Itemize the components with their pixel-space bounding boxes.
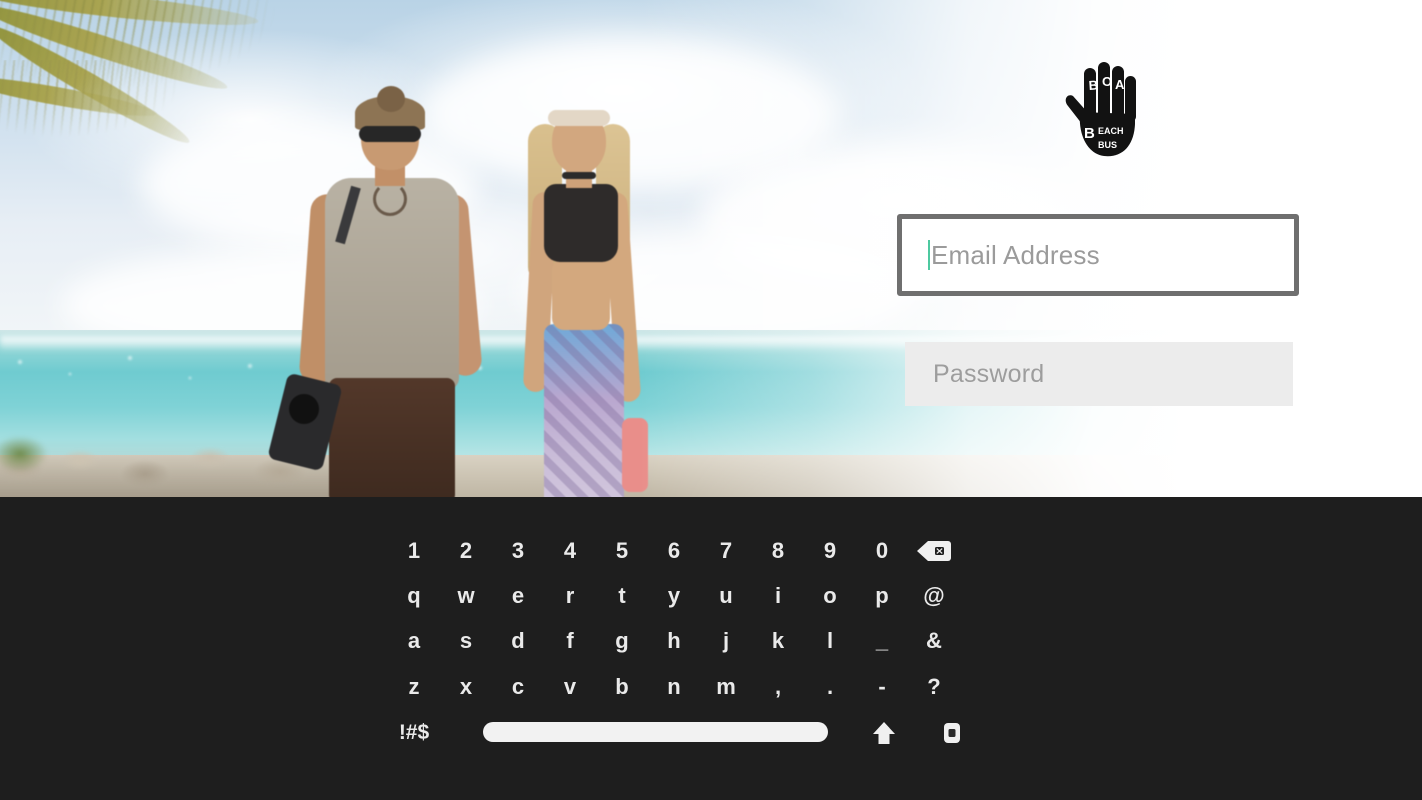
svg-text:B: B bbox=[1084, 125, 1095, 142]
shrub bbox=[0, 430, 60, 478]
key-9[interactable]: 9 bbox=[804, 528, 856, 574]
backspace-icon bbox=[917, 540, 951, 562]
hand-palm-logo: B O A B EACH BUS bbox=[1058, 62, 1146, 162]
key-c[interactable]: c bbox=[492, 664, 544, 710]
key-m[interactable]: m bbox=[700, 664, 752, 710]
key-underscore[interactable]: _ bbox=[856, 618, 908, 664]
key-t[interactable]: t bbox=[596, 573, 648, 619]
svg-text:BUS: BUS bbox=[1098, 140, 1117, 150]
key-x[interactable]: x bbox=[440, 664, 492, 710]
key-2[interactable]: 2 bbox=[440, 528, 492, 574]
key-v[interactable]: v bbox=[544, 664, 596, 710]
key-question[interactable]: ? bbox=[908, 664, 960, 710]
key-6[interactable]: 6 bbox=[648, 528, 700, 574]
key-y[interactable]: y bbox=[648, 573, 700, 619]
key-o[interactable]: o bbox=[804, 573, 856, 619]
email-placeholder: Email Address bbox=[931, 239, 1100, 270]
shift-key[interactable] bbox=[858, 710, 910, 756]
keyboard-row-numbers: 1 2 3 4 5 6 7 8 9 0 bbox=[0, 528, 1000, 574]
key-r[interactable]: r bbox=[544, 573, 596, 619]
key-g[interactable]: g bbox=[596, 618, 648, 664]
key-8[interactable]: 8 bbox=[752, 528, 804, 574]
key-7[interactable]: 7 bbox=[700, 528, 752, 574]
hide-keyboard-key[interactable] bbox=[926, 710, 978, 756]
key-q[interactable]: q bbox=[388, 573, 440, 619]
key-0[interactable]: 0 bbox=[856, 528, 908, 574]
key-period[interactable]: . bbox=[804, 664, 856, 710]
svg-text:EACH: EACH bbox=[1098, 126, 1124, 136]
space-key[interactable] bbox=[483, 722, 828, 742]
login-screen: B O A B EACH BUS Email Address Password … bbox=[0, 0, 1422, 800]
shift-arrow-icon bbox=[871, 720, 897, 746]
svg-text:A: A bbox=[1115, 77, 1125, 92]
keyboard-row-space: !#$ bbox=[0, 710, 1000, 756]
key-i[interactable]: i bbox=[752, 573, 804, 619]
backspace-key[interactable] bbox=[908, 528, 960, 574]
svg-text:B: B bbox=[1088, 77, 1098, 93]
key-hyphen[interactable]: - bbox=[856, 664, 908, 710]
on-screen-keyboard: 1 2 3 4 5 6 7 8 9 0 q w e r t y u i o p … bbox=[0, 497, 1422, 800]
key-5[interactable]: 5 bbox=[596, 528, 648, 574]
key-w[interactable]: w bbox=[440, 573, 492, 619]
symbols-key[interactable]: !#$ bbox=[388, 710, 440, 756]
key-n[interactable]: n bbox=[648, 664, 700, 710]
hide-keyboard-icon bbox=[943, 722, 961, 744]
password-field[interactable]: Password bbox=[905, 342, 1293, 406]
keyboard-row-home: a s d f g h j k l _ & bbox=[0, 618, 1000, 664]
key-ampersand[interactable]: & bbox=[908, 618, 960, 664]
person-man bbox=[267, 78, 500, 497]
key-l[interactable]: l bbox=[804, 618, 856, 664]
key-s[interactable]: s bbox=[440, 618, 492, 664]
key-comma[interactable]: , bbox=[752, 664, 804, 710]
password-placeholder: Password bbox=[933, 359, 1045, 388]
key-h[interactable]: h bbox=[648, 618, 700, 664]
key-e[interactable]: e bbox=[492, 573, 544, 619]
svg-text:O: O bbox=[1102, 74, 1112, 89]
key-j[interactable]: j bbox=[700, 618, 752, 664]
key-k[interactable]: k bbox=[752, 618, 804, 664]
keyboard-row-bottom-letters: z x c v b n m , . - ? bbox=[0, 664, 1000, 710]
email-field[interactable]: Email Address bbox=[897, 214, 1299, 296]
key-3[interactable]: 3 bbox=[492, 528, 544, 574]
key-at[interactable]: @ bbox=[908, 573, 960, 619]
keyboard-grid: 1 2 3 4 5 6 7 8 9 0 q w e r t y u i o p … bbox=[0, 497, 1000, 800]
key-f[interactable]: f bbox=[544, 618, 596, 664]
keyboard-row-top: q w e r t y u i o p @ bbox=[0, 573, 1000, 619]
text-caret bbox=[928, 240, 930, 270]
key-p[interactable]: p bbox=[856, 573, 908, 619]
key-1[interactable]: 1 bbox=[388, 528, 440, 574]
key-d[interactable]: d bbox=[492, 618, 544, 664]
key-z[interactable]: z bbox=[388, 664, 440, 710]
key-u[interactable]: u bbox=[700, 573, 752, 619]
key-4[interactable]: 4 bbox=[544, 528, 596, 574]
key-a[interactable]: a bbox=[388, 618, 440, 664]
key-b[interactable]: b bbox=[596, 664, 648, 710]
